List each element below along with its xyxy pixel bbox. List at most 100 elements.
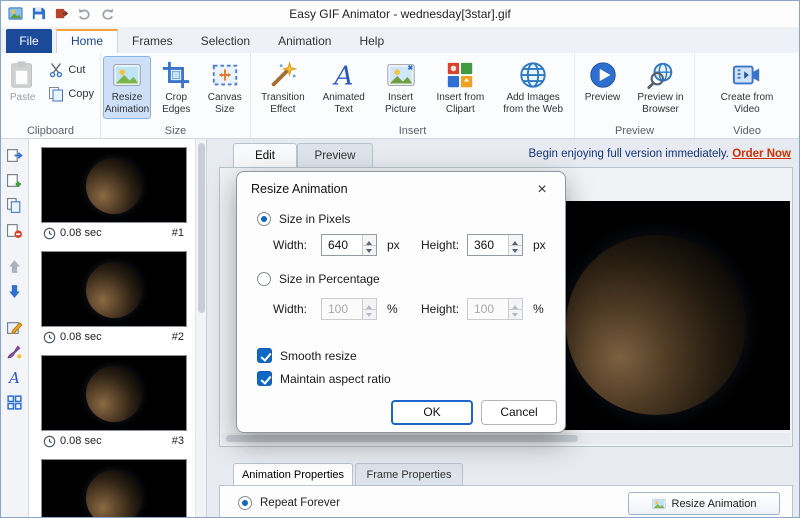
smooth-resize-checkbox[interactable] [257, 348, 272, 363]
tab-help[interactable]: Help [345, 29, 398, 53]
tab-frames[interactable]: Frames [118, 29, 187, 53]
spin-down-icon[interactable] [362, 244, 376, 255]
preview-button[interactable]: Preview [578, 56, 628, 108]
frame-effects-icon[interactable] [5, 342, 25, 362]
create-from-video-button[interactable]: Create from Video [714, 56, 780, 119]
resize-animation-panel-label: Resize Animation [671, 497, 757, 510]
canvas-size-button[interactable]: Canvas Size [202, 56, 249, 119]
frame-thumbnail-1[interactable] [41, 147, 187, 223]
delete-frame-icon[interactable] [5, 220, 25, 240]
clock-icon [43, 227, 56, 239]
tab-edit[interactable]: Edit [233, 143, 297, 168]
smooth-resize-label: Smooth resize [280, 348, 357, 363]
frame-number: #3 [171, 435, 184, 447]
repeat-forever-radio[interactable] [238, 496, 252, 510]
frame-item-1[interactable]: 0.08 sec #1 [41, 147, 187, 243]
preview-in-browser-button[interactable]: Preview in Browser [630, 56, 692, 119]
percent-height-unit: % [533, 302, 544, 316]
percent-width-spinner[interactable] [362, 299, 376, 319]
tab-frame-properties[interactable]: Frame Properties [355, 463, 463, 485]
upgrade-promo: Begin enjoying full version immediately.… [529, 148, 792, 160]
pixel-width-input[interactable] [322, 235, 364, 255]
resize-animation-button[interactable]: Resize Animation [103, 56, 151, 119]
frame-number: #1 [171, 227, 184, 239]
crop-edges-icon [161, 60, 191, 90]
size-in-pixels-option[interactable]: Size in Pixels [257, 212, 350, 226]
add-images-from-web-icon [518, 60, 548, 90]
maintain-aspect-ratio-checkbox[interactable] [257, 371, 272, 386]
paste-button[interactable]: Paste [3, 56, 42, 108]
add-frame-icon[interactable] [5, 170, 25, 190]
earth-image [86, 470, 142, 517]
size-in-percentage-radio[interactable] [257, 272, 271, 286]
frame-thumbnail-3[interactable] [41, 355, 187, 431]
dialog-close-button[interactable]: × [527, 178, 557, 202]
frames-scrollbar[interactable] [195, 139, 206, 517]
tab-selection[interactable]: Selection [187, 29, 264, 53]
group-label-clipboard: Clipboard [26, 125, 75, 137]
frame-duration: 0.08 sec [60, 227, 102, 239]
cut-button[interactable]: Cut [44, 60, 98, 80]
move-frame-up-icon[interactable] [5, 256, 25, 276]
spin-down-icon[interactable] [362, 308, 376, 319]
repeat-forever-option[interactable]: Repeat Forever [238, 496, 340, 510]
crop-edges-button[interactable]: Crop Edges [153, 56, 200, 119]
tab-animation[interactable]: Animation [264, 29, 345, 53]
insert-from-clipart-button[interactable]: Insert from Clipart [428, 56, 492, 119]
frame-text-icon[interactable]: A [5, 367, 25, 387]
frame-item-4-partial[interactable] [41, 459, 187, 517]
resize-animation-panel-button[interactable]: Resize Animation [628, 492, 780, 515]
pixel-width-spinner[interactable] [362, 235, 376, 255]
frame-thumbnail-2[interactable] [41, 251, 187, 327]
percent-height-spinner[interactable] [508, 299, 522, 319]
percent-height-input[interactable] [468, 299, 510, 319]
clock-icon [43, 435, 56, 447]
cancel-button[interactable]: Cancel [481, 400, 557, 425]
pixel-height-spinner[interactable] [508, 235, 522, 255]
spin-up-icon[interactable] [362, 235, 376, 245]
canvas-horizontal-scrollbar[interactable] [222, 433, 790, 444]
spin-up-icon[interactable] [508, 299, 522, 309]
insert-picture-button[interactable]: Insert Picture [375, 56, 427, 119]
move-frame-down-icon[interactable] [5, 281, 25, 301]
ok-button[interactable]: OK [391, 400, 473, 425]
duplicate-frame-icon[interactable] [5, 195, 25, 215]
maintain-aspect-ratio-option[interactable]: Maintain aspect ratio [257, 371, 391, 386]
canvas-scrollbar-thumb[interactable] [226, 435, 579, 442]
percent-width-field [321, 298, 377, 320]
frame-thumbnail-4[interactable] [41, 459, 187, 517]
spin-down-icon[interactable] [508, 308, 522, 319]
frame-item-2[interactable]: 0.08 sec #2 [41, 251, 187, 347]
animated-text-icon: A [329, 60, 359, 91]
frames-scrollbar-thumb[interactable] [198, 143, 205, 313]
frame-number: #2 [171, 331, 184, 343]
tab-animation-properties[interactable]: Animation Properties [233, 463, 353, 485]
copy-button[interactable]: Copy [44, 84, 98, 104]
smooth-resize-option[interactable]: Smooth resize [257, 348, 357, 363]
transition-effect-icon [268, 60, 298, 90]
spin-up-icon[interactable] [508, 235, 522, 245]
size-in-percentage-option[interactable]: Size in Percentage [257, 272, 380, 286]
cut-icon [48, 62, 64, 78]
file-menu-button[interactable]: File [6, 29, 52, 53]
export-frame-icon[interactable] [5, 145, 25, 165]
maintain-aspect-ratio-label: Maintain aspect ratio [280, 371, 391, 386]
canvas-size-icon [210, 60, 240, 90]
add-images-from-web-button[interactable]: Add Images from the Web [494, 56, 572, 119]
spin-down-icon[interactable] [508, 244, 522, 255]
animated-text-button[interactable]: A Animated Text [315, 56, 373, 119]
size-in-pixels-radio[interactable] [257, 212, 271, 226]
tab-preview[interactable]: Preview [297, 143, 373, 168]
earth-image-large [566, 235, 746, 415]
transition-effect-button[interactable]: Transition Effect [253, 56, 313, 119]
pixel-height-input[interactable] [468, 235, 510, 255]
copy-icon [48, 86, 64, 102]
order-now-link[interactable]: Order Now [732, 148, 791, 160]
frame-manager-icon[interactable] [5, 392, 25, 412]
spin-up-icon[interactable] [362, 299, 376, 309]
frame-item-3[interactable]: 0.08 sec #3 [41, 355, 187, 451]
tab-home[interactable]: Home [56, 29, 119, 53]
edit-frame-icon[interactable] [5, 317, 25, 337]
percent-width-input[interactable] [322, 299, 364, 319]
canvas-size-label: Canvas Size [207, 92, 242, 115]
